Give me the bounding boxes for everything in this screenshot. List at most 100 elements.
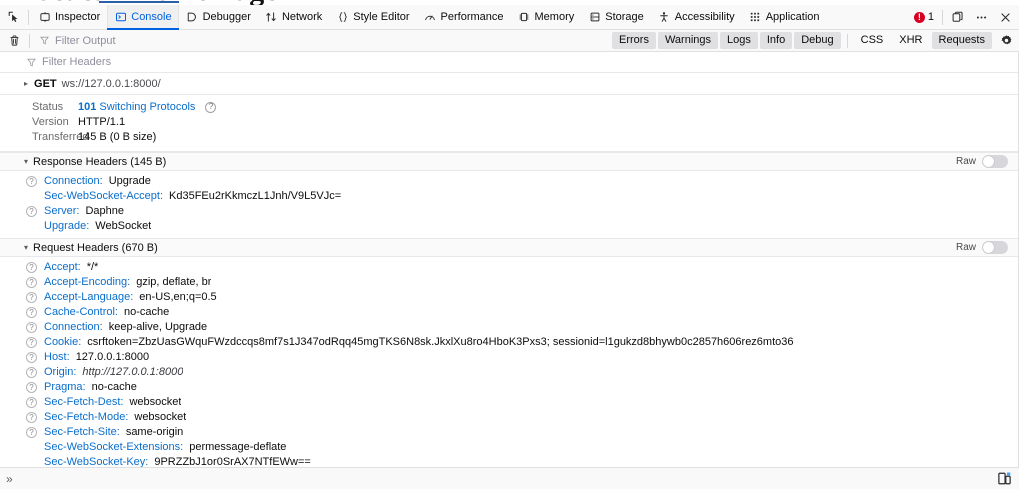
- tab-application[interactable]: Application: [742, 5, 827, 30]
- header-help-icon[interactable]: ?: [26, 352, 37, 363]
- header-row[interactable]: ? Cookie: csrftoken=ZbzUasGWquFWzdccqs8m…: [0, 335, 1018, 350]
- header-name: Sec-WebSocket-Key:: [44, 456, 149, 467]
- header-row[interactable]: ? Cache-Control: no-cache: [0, 305, 1018, 320]
- memory-icon: [518, 11, 531, 24]
- element-picker-button[interactable]: [2, 6, 26, 29]
- header-name: Host:: [44, 351, 70, 363]
- header-name: Sec-WebSocket-Accept:: [44, 190, 164, 202]
- tab-accessibility[interactable]: Accessibility: [651, 5, 742, 30]
- filter-logs-button[interactable]: Logs: [720, 31, 758, 50]
- header-help-icon[interactable]: ?: [26, 292, 37, 303]
- header-help-icon[interactable]: ?: [26, 427, 37, 438]
- expand-triangle-icon[interactable]: ▸: [24, 79, 28, 88]
- filter-info-button[interactable]: Info: [759, 31, 793, 50]
- tab-performance-label: Performance: [440, 11, 504, 23]
- dock-layout-button[interactable]: [945, 6, 969, 29]
- tab-storage[interactable]: Storage: [581, 5, 651, 30]
- storage-icon: [588, 11, 601, 24]
- tab-inspector[interactable]: Inspector: [31, 5, 107, 30]
- status-help-icon[interactable]: ?: [205, 101, 217, 113]
- header-help-icon[interactable]: ?: [26, 307, 37, 318]
- summary-label-transferred: Transferred: [32, 131, 89, 143]
- header-row[interactable]: Sec-WebSocket-Key: 9PRZZbJ1or0SrAX7NTfEW…: [0, 455, 1018, 467]
- header-help-spacer: [26, 191, 37, 202]
- header-value: same-origin: [125, 426, 184, 438]
- header-row[interactable]: Sec-WebSocket-Extensions: permessage-def…: [0, 440, 1018, 455]
- tab-style-editor-label: Style Editor: [353, 11, 410, 23]
- header-row[interactable]: ? Connection: Upgrade: [0, 174, 1018, 189]
- response-raw-switch[interactable]: [982, 155, 1008, 168]
- filter-warnings-button[interactable]: Warnings: [657, 31, 719, 50]
- tab-console[interactable]: Console: [107, 4, 179, 30]
- header-value: no-cache: [91, 381, 137, 393]
- performance-icon: [424, 11, 437, 24]
- response-raw-label: Raw: [955, 156, 976, 167]
- header-help-icon[interactable]: ?: [26, 176, 37, 187]
- header-help-icon[interactable]: ?: [26, 382, 37, 393]
- filter-debug-button[interactable]: Debug: [794, 31, 841, 50]
- header-row[interactable]: ? Sec-Fetch-Mode: websocket: [0, 410, 1018, 425]
- header-help-icon[interactable]: ?: [26, 367, 37, 378]
- header-row[interactable]: ? Connection: keep-alive, Upgrade: [0, 320, 1018, 335]
- request-url-row[interactable]: ▸ GET ws://127.0.0.1:8000/: [0, 73, 1018, 95]
- tab-performance[interactable]: Performance: [417, 5, 511, 30]
- error-count-badge[interactable]: ! 1: [908, 5, 940, 30]
- filter-headers-input[interactable]: Filter Headers: [0, 52, 1018, 73]
- filter-output-input[interactable]: Filter Output: [34, 32, 612, 50]
- header-name: Pragma:: [44, 381, 86, 393]
- status-code: 101: [78, 101, 97, 113]
- close-devtools-button[interactable]: [993, 6, 1017, 29]
- header-row[interactable]: ? Sec-Fetch-Dest: websocket: [0, 395, 1018, 410]
- header-value: gzip, deflate, br: [136, 276, 212, 288]
- tab-memory[interactable]: Memory: [511, 5, 582, 30]
- header-value: Upgrade: [108, 175, 151, 187]
- header-value: websocket: [129, 396, 182, 408]
- response-raw-toggle[interactable]: Raw: [956, 155, 1008, 168]
- request-raw-switch[interactable]: [982, 241, 1008, 254]
- trash-icon: [9, 35, 19, 46]
- request-headers-section-header[interactable]: ▾ Request Headers (670 B) Raw: [0, 238, 1018, 257]
- collapse-triangle-icon[interactable]: ▾: [24, 157, 28, 166]
- header-name: Sec-Fetch-Mode:: [44, 411, 129, 423]
- collapse-triangle-icon[interactable]: ▾: [24, 243, 28, 252]
- request-raw-toggle[interactable]: Raw: [956, 241, 1008, 254]
- application-icon: [749, 11, 762, 24]
- header-help-icon[interactable]: ?: [26, 412, 37, 423]
- header-row[interactable]: ? Pragma: no-cache: [0, 380, 1018, 395]
- header-row[interactable]: ? Origin: http://127.0.0.1:8000: [0, 365, 1018, 380]
- header-row[interactable]: ? Accept-Language: en-US,en;q=0.5: [0, 290, 1018, 305]
- console-settings-button[interactable]: [996, 31, 1016, 51]
- filter-requests-button[interactable]: Requests: [931, 31, 992, 50]
- toggle-knob: [983, 156, 994, 167]
- devtools-toolbar: Inspector Console Debugger Network Style…: [0, 4, 1019, 30]
- console-icon: [114, 11, 127, 24]
- filter-xhr-button[interactable]: XHR: [892, 32, 929, 49]
- filter-output-placeholder: Filter Output: [55, 34, 116, 47]
- filter-errors-button[interactable]: Errors: [612, 31, 656, 50]
- header-row[interactable]: Sec-WebSocket-Accept: Kd35FEu2rKkmczL1Jn…: [0, 189, 1018, 204]
- response-headers-section-header[interactable]: ▾ Response Headers (145 B) Raw: [0, 152, 1018, 171]
- console-input-chevron-icon[interactable]: »: [6, 472, 13, 486]
- header-help-icon[interactable]: ?: [26, 322, 37, 333]
- summary-row-version: Version HTTP/1.1: [0, 115, 1018, 130]
- tab-debugger[interactable]: Debugger: [179, 5, 258, 30]
- more-options-button[interactable]: [969, 6, 993, 29]
- header-row[interactable]: ? Accept-Encoding: gzip, deflate, br: [0, 275, 1018, 290]
- header-help-icon[interactable]: ?: [26, 277, 37, 288]
- header-row[interactable]: ? Accept: */*: [0, 260, 1018, 275]
- summary-value-version: HTTP/1.1: [78, 116, 126, 128]
- header-row[interactable]: ? Sec-Fetch-Site: same-origin: [0, 425, 1018, 440]
- filter-headers-placeholder: Filter Headers: [42, 56, 112, 68]
- header-help-icon[interactable]: ?: [26, 397, 37, 408]
- header-help-icon[interactable]: ?: [26, 262, 37, 273]
- header-row[interactable]: ? Server: Daphne: [0, 204, 1018, 219]
- clear-console-button[interactable]: [3, 31, 25, 51]
- responsive-design-mode-button[interactable]: [997, 471, 1013, 487]
- filter-css-button[interactable]: CSS: [854, 32, 891, 49]
- header-row[interactable]: ? Host: 127.0.0.1:8000: [0, 350, 1018, 365]
- tab-style-editor[interactable]: Style Editor: [329, 5, 416, 30]
- tab-network[interactable]: Network: [258, 5, 329, 30]
- header-help-icon[interactable]: ?: [26, 337, 37, 348]
- header-help-icon[interactable]: ?: [26, 206, 37, 217]
- header-row[interactable]: Upgrade: WebSocket: [0, 219, 1018, 234]
